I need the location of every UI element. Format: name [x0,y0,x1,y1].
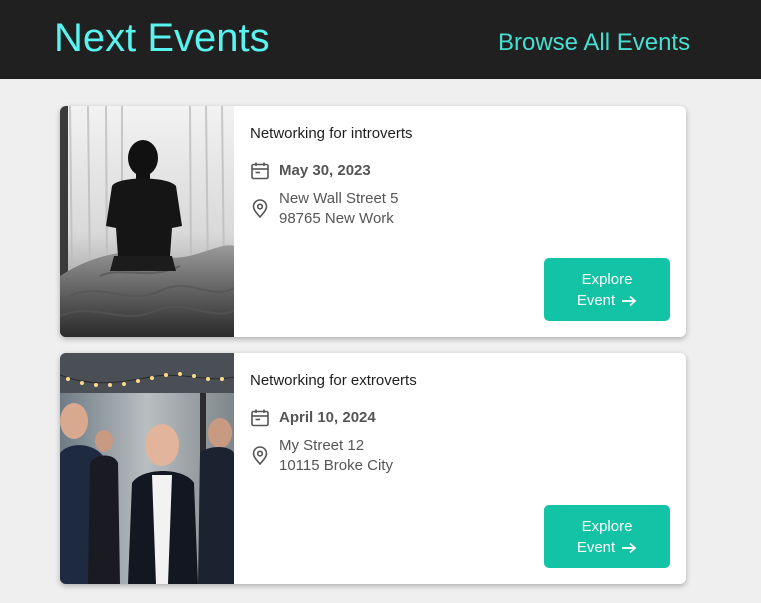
map-pin-icon [252,446,268,466]
event-image-extroverts [60,353,234,584]
event-card: Networking for extroverts April 10, 2024… [60,353,686,584]
event-date-text: April 10, 2024 [279,409,376,426]
arrow-right-icon [622,542,637,554]
calendar-icon [251,162,269,180]
map-pin-icon [252,199,268,219]
button-label-line1: Explore [581,518,633,535]
event-address-city: 10115 Broke City [279,457,393,474]
event-address-street: New Wall Street 5 [279,190,399,207]
event-date-text: May 30, 2023 [279,162,371,179]
page-title: Next Events [54,16,270,60]
calendar-icon [251,409,269,427]
browse-all-events-link[interactable]: Browse All Events [498,28,690,58]
event-title: Networking for extroverts [250,372,417,389]
explore-event-button[interactable]: Explore Event [544,258,670,321]
button-label-event: Event [576,539,616,556]
event-title: Networking for introverts [250,125,413,142]
event-image-introverts [60,106,234,337]
event-address-city: 98765 New Work [279,210,394,227]
button-label-line2: Event [544,537,670,558]
event-address-street: My Street 12 [279,437,365,454]
button-label-line1: Explore [581,271,633,288]
button-label-event: Event [576,292,616,309]
site-header: Next Events Browse All Events [0,0,761,79]
button-label-line2: Event [544,290,670,311]
explore-event-button[interactable]: Explore Event [544,505,670,568]
people-networking-photo [60,353,234,584]
person-sitting-photo [60,106,234,337]
event-card: Networking for introverts May 30, 2023 N… [60,106,686,337]
arrow-right-icon [622,295,637,307]
